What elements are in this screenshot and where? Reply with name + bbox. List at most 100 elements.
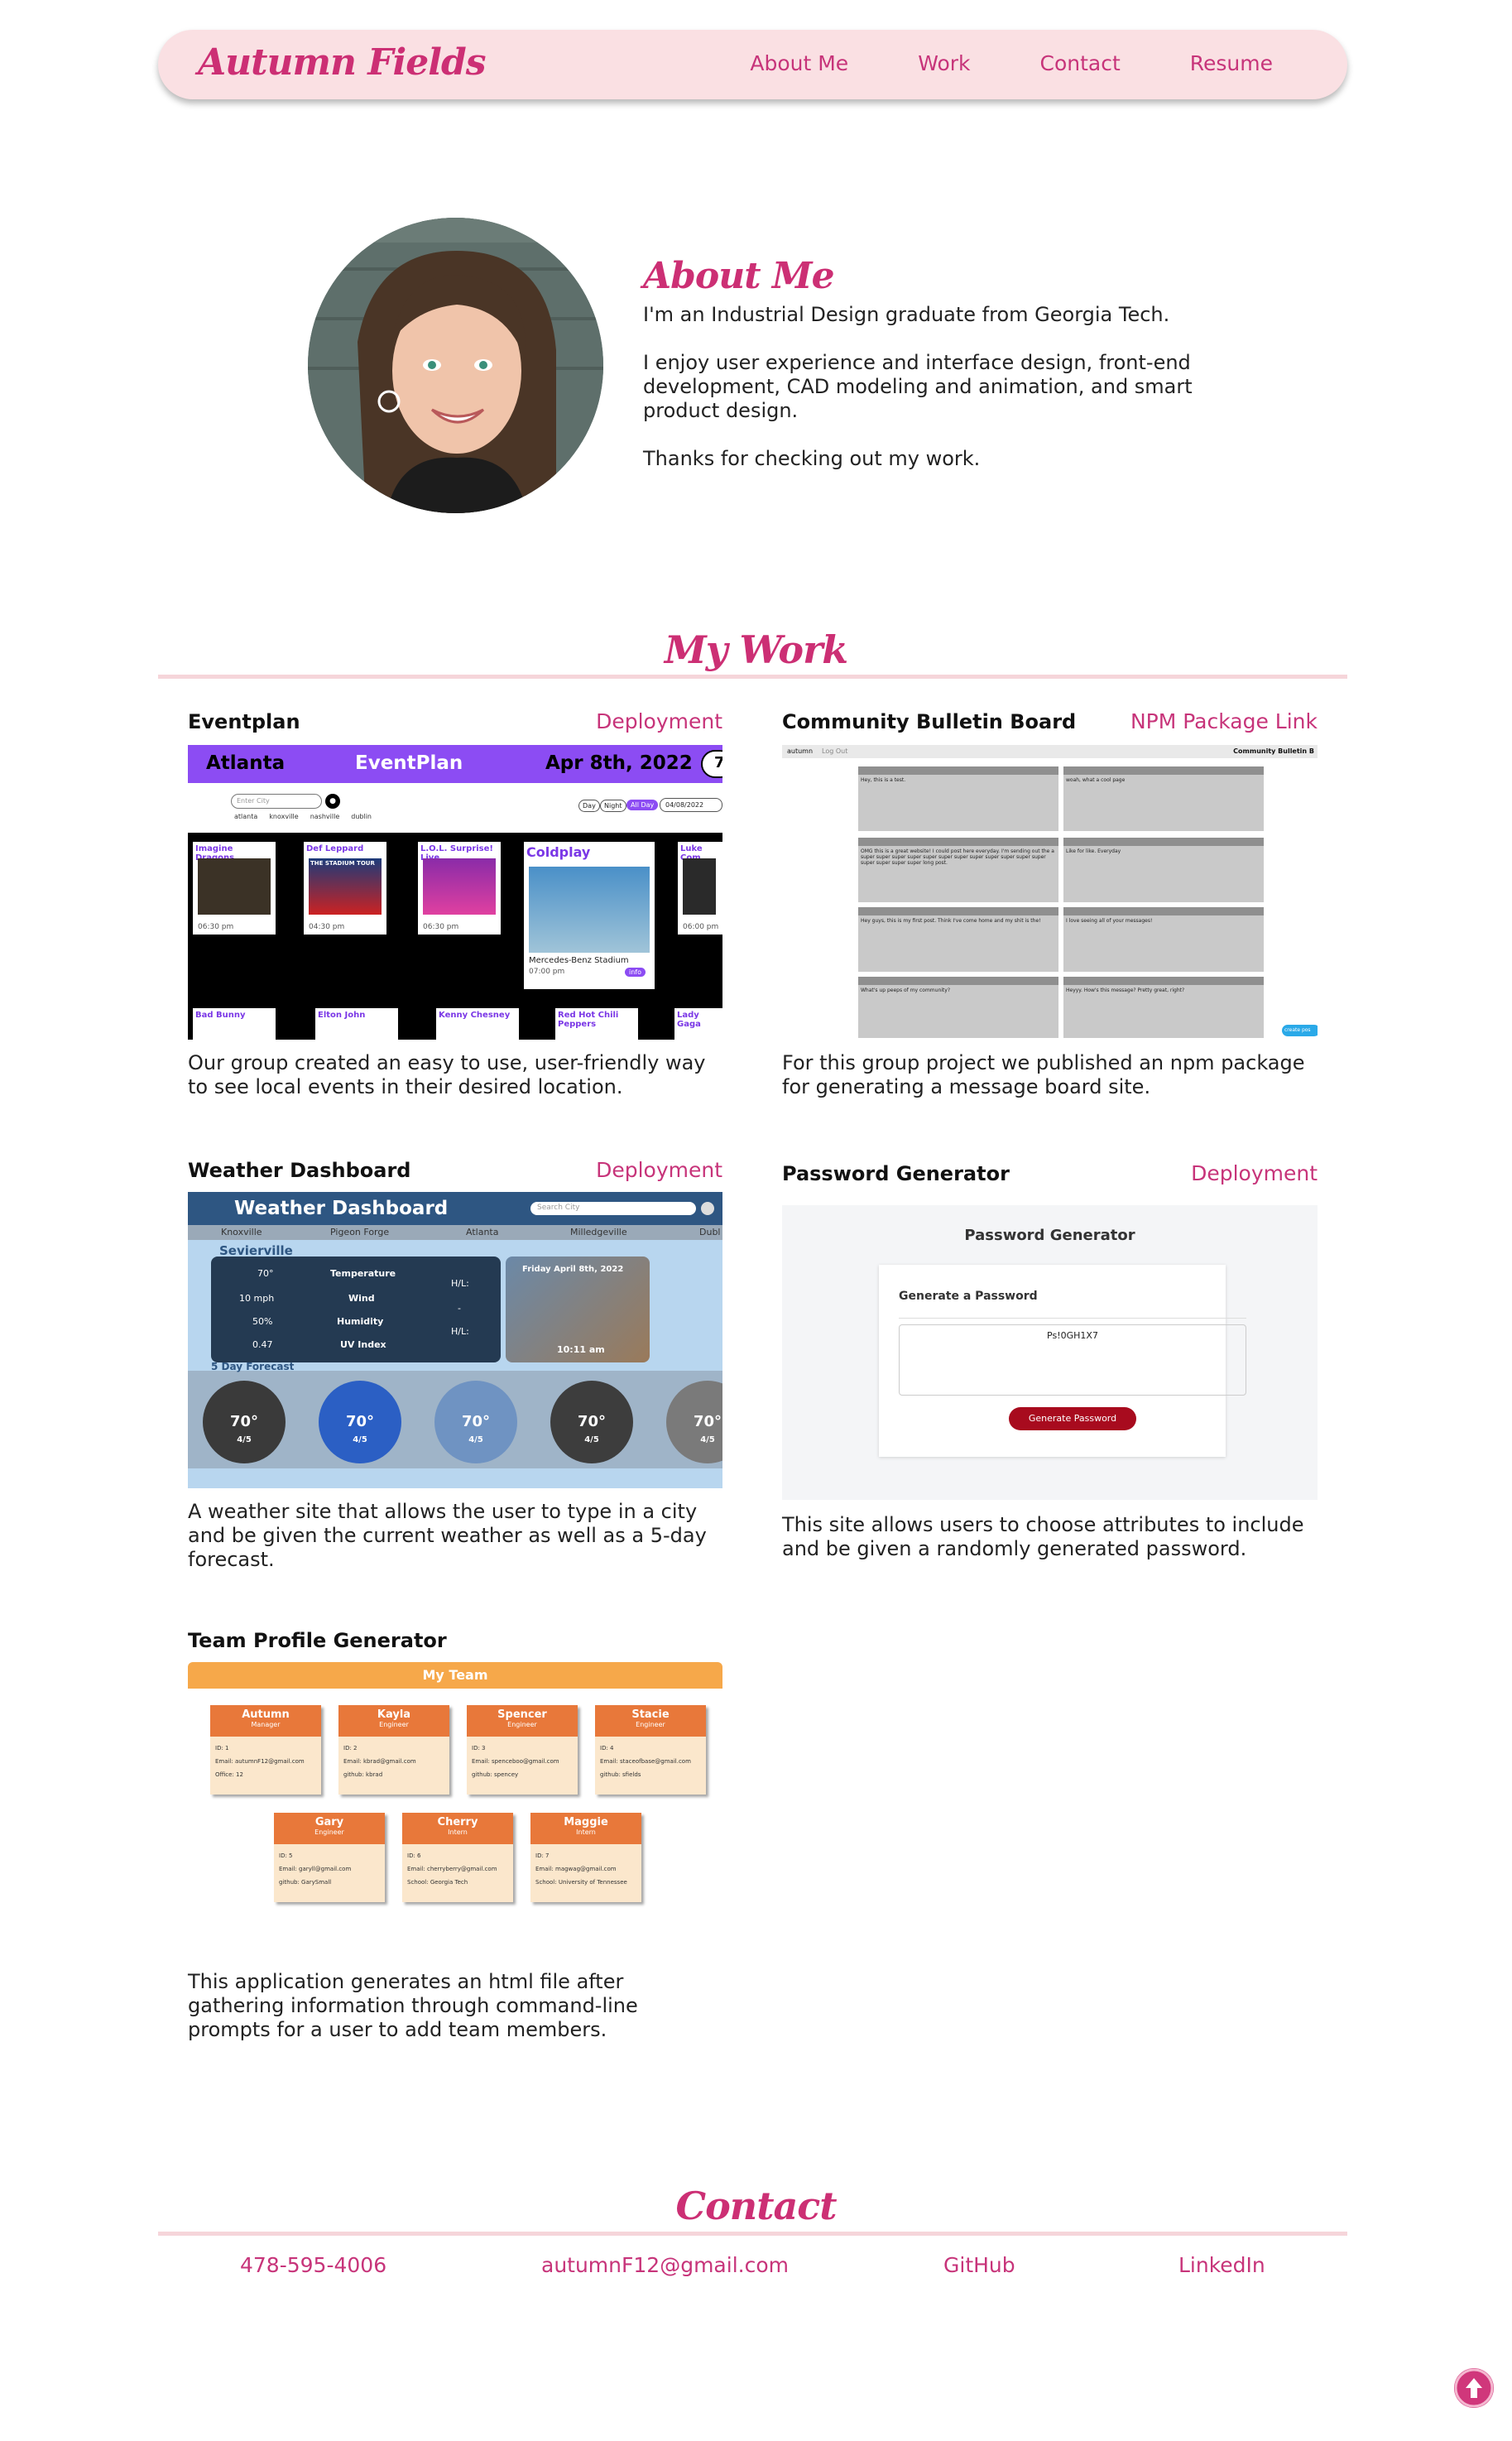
event-image <box>683 858 716 915</box>
stat-label: Wind <box>348 1293 375 1304</box>
password-screenshot[interactable]: Password Generator Generate a Password P… <box>782 1205 1318 1500</box>
member-extra[interactable]: github: kbrad <box>343 1768 444 1781</box>
eventplan-header: Atlanta EventPlan Apr 8th, 2022 7 <box>188 745 722 783</box>
site-logo[interactable]: Autumn Fields <box>198 41 487 84</box>
weather-city-link[interactable]: Pigeon Forge <box>330 1227 389 1237</box>
bulletin-screenshot[interactable]: autumn Log Out Community Bulletin B Hey,… <box>782 745 1318 1038</box>
contact-phone[interactable]: 478-595-4006 <box>240 2253 386 2277</box>
weather-city-link[interactable]: Atlanta <box>466 1227 498 1237</box>
team-member-card: Autumn Manager ID: 1 Email: autumnF12@gmail… <box>210 1705 321 1795</box>
event-card[interactable]: Elton John <box>315 1008 398 1040</box>
team-screenshot[interactable]: My Team Autumn Manager ID: 1 Email: autumnF… <box>188 1662 722 1910</box>
filter-all-day[interactable]: All Day <box>626 800 659 810</box>
event-image: THE STADIUM TOUR <box>309 858 382 915</box>
eventplan-search-input[interactable]: Enter City <box>231 794 322 809</box>
member-extra[interactable]: github: GarySmall <box>279 1876 380 1889</box>
event-time: 06:00 pm <box>683 923 719 931</box>
member-extra[interactable]: github: sfields <box>600 1768 701 1781</box>
back-to-top-button[interactable] <box>1454 2368 1494 2408</box>
forecast-day: 70° 4/5 <box>319 1381 401 1463</box>
event-name: Elton John <box>318 1011 366 1020</box>
member-name: Maggie <box>564 1816 608 1828</box>
weather-search-input[interactable]: Search City <box>530 1202 696 1215</box>
nav-link-contact[interactable]: Contact <box>1040 51 1121 75</box>
team-header: My Team <box>188 1662 722 1689</box>
weather-city-link[interactable]: Milledgeville <box>570 1227 627 1237</box>
search-icon[interactable]: ● <box>325 794 340 809</box>
team-member-card: Maggie Intern ID: 7 Email: magwag@gmail.com… <box>530 1813 641 1902</box>
stat-value: 10 mph <box>239 1293 275 1304</box>
project-link[interactable]: Deployment <box>530 709 722 733</box>
member-extra[interactable]: github: spencey <box>472 1768 573 1781</box>
stat-label: Humidity <box>337 1316 384 1327</box>
create-post-button[interactable]: create pos <box>1282 1025 1318 1036</box>
member-email[interactable]: Email: spenceboo@gmail.com <box>472 1755 573 1768</box>
password-output[interactable]: Ps!0GH1X7 <box>899 1324 1246 1396</box>
member-email[interactable]: Email: magwag@gmail.com <box>535 1862 636 1876</box>
generate-password-button[interactable]: Generate Password <box>1009 1407 1136 1430</box>
eventplan-filter-bar: Enter City ● atlanta knoxville nashville… <box>188 783 722 833</box>
event-card-featured[interactable]: Coldplay Mercedes-Benz Stadium 07:00 pm … <box>524 842 655 989</box>
filter-day[interactable]: Day <box>578 800 600 812</box>
event-name: Bad Bunny <box>195 1011 246 1020</box>
eventplan-city-link[interactable]: nashville <box>310 813 340 820</box>
filter-night[interactable]: Night <box>600 800 626 812</box>
post-header <box>858 838 1058 846</box>
weather-city-link[interactable]: Dubl <box>699 1227 720 1237</box>
search-icon[interactable] <box>701 1202 714 1215</box>
project-description: Our group created an easy to use, user-f… <box>188 1051 706 1098</box>
nav-link-work[interactable]: Work <box>918 51 970 75</box>
event-info-button[interactable]: info <box>625 968 646 977</box>
member-role: Manager <box>251 1721 281 1728</box>
contact-email[interactable]: autumnF12@gmail.com <box>541 2253 789 2277</box>
arrow-up-icon <box>1454 2368 1494 2408</box>
event-card[interactable]: Bad Bunny <box>193 1008 276 1040</box>
nav-link-resume[interactable]: Resume <box>1190 51 1273 75</box>
weather-city-link[interactable]: Knoxville <box>221 1227 262 1237</box>
member-email[interactable]: Email: kbrad@gmail.com <box>343 1755 444 1768</box>
bulletin-post: woah, what a cool page <box>1063 766 1264 831</box>
post-text: woah, what a cool page <box>1066 777 1126 783</box>
member-email[interactable]: Email: staceofbase@gmail.com <box>600 1755 701 1768</box>
weather-screenshot[interactable]: Weather Dashboard Search City Knoxville … <box>188 1192 722 1488</box>
event-card[interactable]: Kenny Chesney <box>436 1008 519 1040</box>
eventplan-screenshot[interactable]: Atlanta EventPlan Apr 8th, 2022 7 Enter … <box>188 745 722 1040</box>
contact-github[interactable]: GitHub <box>943 2253 1015 2277</box>
eventplan-date-field[interactable]: 04/08/2022 <box>660 798 722 812</box>
eventplan-city-link[interactable]: dublin <box>351 813 372 820</box>
event-name: Red Hot Chili Peppers <box>558 1011 619 1029</box>
bulletin-post: What's up peeps of my community? <box>858 977 1058 1038</box>
eventplan-city-link[interactable]: knoxville <box>269 813 298 820</box>
event-card[interactable]: Lady Gaga <box>674 1008 722 1040</box>
member-email[interactable]: Email: cherryberry@gmail.com <box>407 1862 508 1876</box>
eventplan-badge: 7 <box>701 750 722 778</box>
event-card[interactable]: Def Leppard THE STADIUM TOUR 04:30 pm <box>304 842 386 935</box>
about-title: About Me <box>643 255 835 297</box>
event-card[interactable]: L.O.L. Surprise! Live06:30 pm <box>418 842 501 935</box>
project-link[interactable]: NPM Package Link <box>1076 709 1318 733</box>
member-email[interactable]: Email: garyll@gmail.com <box>279 1862 380 1876</box>
work-divider <box>158 675 1347 679</box>
team-member-card: Stacie Engineer ID: 4 Email: staceofbase@gm… <box>595 1705 706 1795</box>
contact-linkedin[interactable]: LinkedIn <box>1178 2253 1265 2277</box>
event-card[interactable]: Imagine Dragons06:30 pm <box>193 842 276 935</box>
post-text: What's up peeps of my community? <box>861 987 951 993</box>
member-id: ID: 5 <box>279 1852 293 1859</box>
event-card[interactable]: Luke Com06:00 pm <box>678 842 722 935</box>
event-card[interactable]: Red Hot Chili Peppers <box>555 1008 638 1040</box>
member-role: Engineer <box>507 1721 537 1728</box>
post-header <box>1063 977 1264 985</box>
forecast-day: 70° 4/5 <box>203 1381 286 1463</box>
bulletin-post: Heyyy. How's this message? Pretty great,… <box>1063 977 1264 1038</box>
project-link[interactable]: Deployment <box>1076 1161 1318 1185</box>
team-member-card: Spencer Engineer ID: 3 Email: spenceboo@gma… <box>467 1705 578 1795</box>
project-title: Team Profile Generator <box>188 1629 447 1652</box>
member-name: Stacie <box>631 1708 670 1721</box>
eventplan-city-link[interactable]: atlanta <box>234 813 257 820</box>
project-link[interactable]: Deployment <box>530 1158 722 1182</box>
high-low-label: H/L: <box>451 1326 469 1337</box>
nav-link-about[interactable]: About Me <box>750 51 848 75</box>
bulletin-logout[interactable]: Log Out <box>822 747 847 755</box>
member-email[interactable]: Email: autumnF12@gmail.com <box>215 1755 316 1768</box>
member-name: Autumn <box>242 1708 290 1721</box>
